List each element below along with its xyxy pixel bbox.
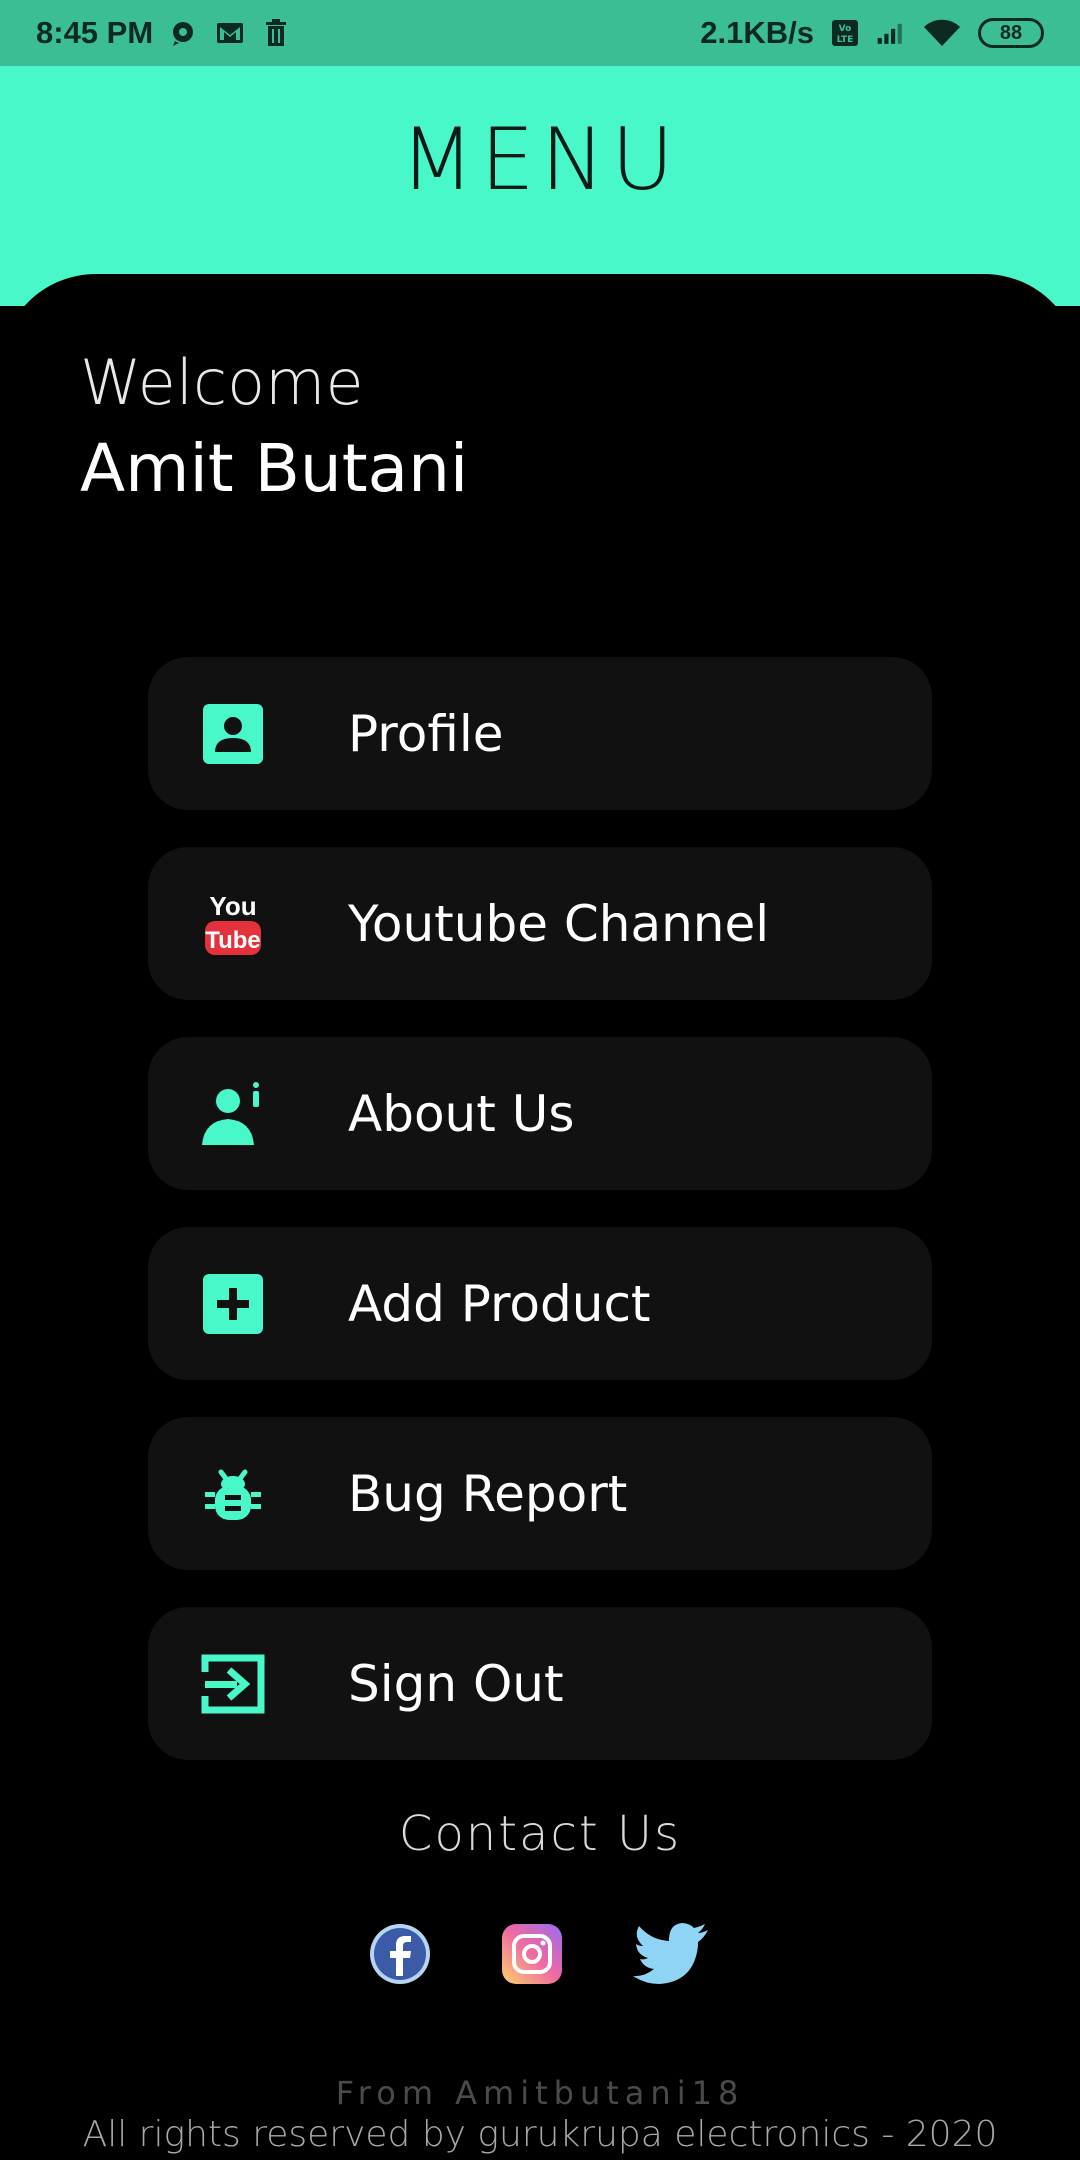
user-name: Amit Butani	[80, 430, 469, 507]
header: MENU	[0, 66, 1080, 306]
status-right: 2.1KB/s Vo LTE 88	[700, 15, 1044, 51]
gmail-icon	[215, 18, 245, 48]
svg-text:You: You	[209, 891, 256, 921]
menu-item-bug-report[interactable]: Bug Report	[148, 1417, 932, 1570]
menu-item-add-product[interactable]: Add Product	[148, 1227, 932, 1380]
youtube-icon: You Tube	[198, 889, 268, 959]
contact-title: Contact Us	[398, 1806, 682, 1862]
trash-icon	[261, 18, 291, 48]
menu-item-label: Sign Out	[348, 1654, 564, 1713]
instagram-icon[interactable]	[500, 1922, 564, 1986]
network-speed: 2.1KB/s	[700, 15, 814, 50]
footer-rights: All rights reserved by gurukrupa electro…	[82, 2114, 998, 2155]
menu-item-label: Profile	[348, 704, 504, 763]
menu-item-youtube[interactable]: You Tube Youtube Channel	[148, 847, 932, 1000]
menu-item-label: About Us	[348, 1084, 575, 1143]
menu-item-label: Add Product	[348, 1274, 651, 1333]
page-title: MENU	[400, 110, 680, 210]
profile-icon	[198, 699, 268, 769]
bug-icon	[198, 1459, 268, 1529]
add-icon	[198, 1269, 268, 1339]
status-left: 8:45 PM	[36, 15, 291, 51]
twitter-icon[interactable]	[632, 1922, 712, 1986]
menu-item-profile[interactable]: Profile	[148, 657, 932, 810]
signal-icon	[876, 18, 906, 48]
menu-panel: Welcome Amit Butani Profile You Tube Yout…	[0, 274, 1080, 2160]
svg-text:Vo: Vo	[839, 24, 852, 34]
facebook-icon[interactable]	[368, 1922, 432, 1986]
about-icon	[198, 1079, 268, 1149]
status-time: 8:45 PM	[36, 15, 154, 50]
social-links	[0, 1922, 1080, 1986]
chat-icon	[169, 18, 199, 48]
svg-text:Tube: Tube	[205, 927, 261, 954]
welcome-label: Welcome	[80, 346, 364, 419]
battery-icon: 88	[978, 18, 1044, 48]
menu-item-label: Youtube Channel	[348, 894, 770, 953]
status-bar: 8:45 PM 2.1KB/s Vo LTE 88	[0, 0, 1080, 66]
svg-text:LTE: LTE	[837, 35, 854, 45]
menu-item-sign-out[interactable]: Sign Out	[148, 1607, 932, 1760]
sign-out-icon	[198, 1649, 268, 1719]
volte-icon: Vo LTE	[830, 18, 860, 48]
menu-item-about[interactable]: About Us	[148, 1037, 932, 1190]
wifi-icon	[922, 18, 962, 48]
menu-list: Profile You Tube Youtube Channel About Us…	[148, 657, 932, 1797]
footer-from: From Amitbutani18	[335, 2074, 745, 2112]
menu-item-label: Bug Report	[348, 1464, 628, 1523]
